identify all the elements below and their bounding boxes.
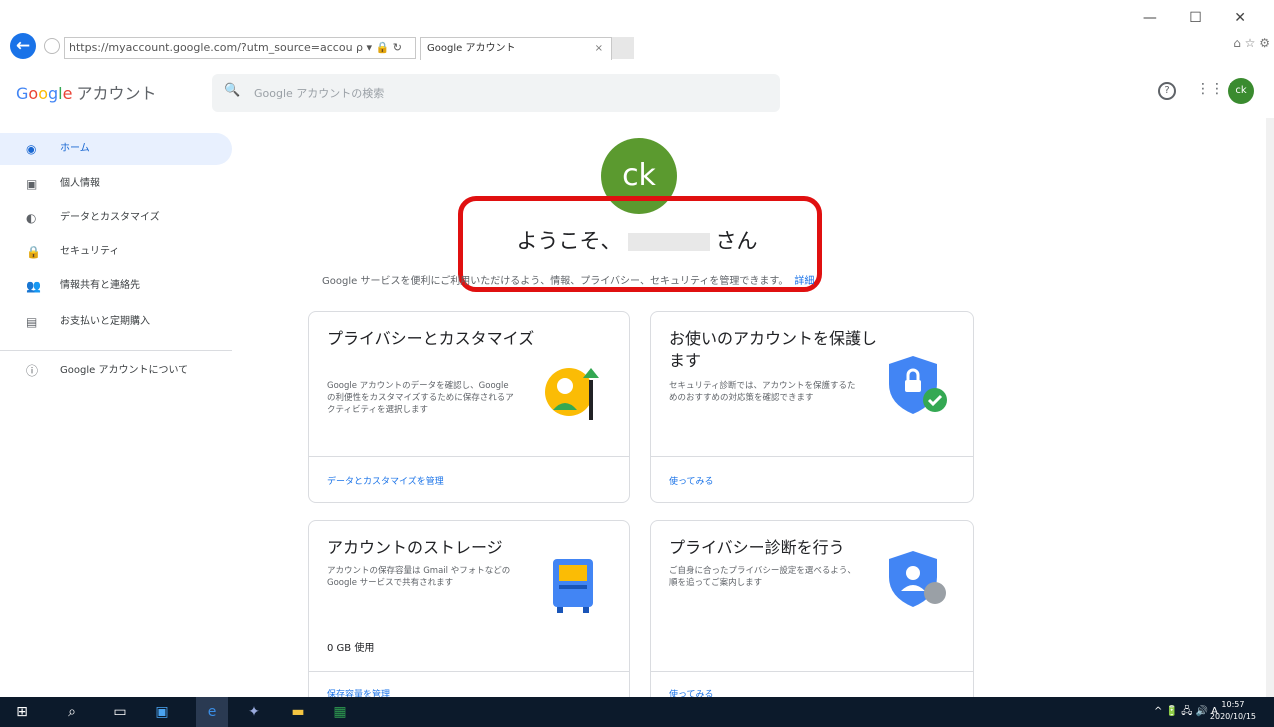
sidebar-item-personal-info[interactable]: ▣ 個人情報: [0, 168, 232, 200]
browser-tab[interactable]: Google アカウント ×: [420, 37, 612, 60]
sidebar-item-security[interactable]: 🔒 セキュリティ: [0, 236, 232, 268]
card-account-storage: アカウントのストレージ アカウントの保存容量は Gmail やフォトなどの Go…: [308, 520, 630, 712]
browser-chrome: [0, 0, 1274, 72]
sidebar-item-data-personalization[interactable]: ◐ データとカスタマイズ: [0, 202, 232, 234]
search-bar[interactable]: 🔍 Google アカウントの検索: [212, 74, 780, 112]
windows-start-icon[interactable]: ⊞: [10, 697, 34, 727]
help-icon[interactable]: ?: [1158, 82, 1176, 100]
clock[interactable]: 10:57 2020/10/15: [1210, 699, 1256, 723]
file-explorer-icon[interactable]: ▬: [286, 697, 310, 727]
card-privacy-personalization: プライバシーとカスタマイズ Google アカウントのデータを確認し、Googl…: [308, 311, 630, 503]
storage-illustration-icon: [549, 555, 599, 619]
card-title: アカウントのストレージ: [327, 538, 503, 557]
excel-icon[interactable]: ▦: [328, 697, 352, 727]
sidebar-divider: [0, 350, 232, 351]
tab-title: Google アカウント: [427, 43, 516, 54]
home-icon: ◉: [26, 142, 37, 156]
card-icon: ▤: [26, 315, 38, 329]
sidebar-item-payments[interactable]: ▤ お支払いと定期購入: [0, 306, 232, 338]
google-account-logo[interactable]: Google アカウント: [16, 80, 156, 104]
card-title: プライバシーとカスタマイズ: [327, 329, 535, 348]
sidebar-item-about[interactable]: ⓘ Google アカウントについて: [0, 355, 232, 387]
card-description: ご自身に合ったプライバシー設定を選べるよう、順を追ってご案内します: [669, 566, 856, 588]
card-description: Google アカウントのデータを確認し、Google の利便性をカスタマイズす…: [327, 381, 514, 415]
storage-usage: 0 GB 使用: [327, 643, 375, 654]
favorites-icons[interactable]: ⌂ ☆ ⚙: [1233, 36, 1270, 50]
address-url: https://myaccount.google.com/?utm_source…: [69, 41, 353, 54]
try-security-checkup-link[interactable]: 使ってみる: [669, 474, 714, 487]
forward-button[interactable]: [44, 38, 60, 54]
card-protect-account: お使いのアカウントを保護します セキュリティ診断では、アカウントを保護するための…: [650, 311, 974, 503]
info-icon: ⓘ: [26, 364, 39, 378]
address-controls: ρ ▾ 🔒 ↻: [356, 41, 402, 54]
internet-explorer-icon[interactable]: e: [196, 697, 228, 727]
lock-icon: 🔒: [26, 245, 41, 259]
search-icon[interactable]: ⌕: [60, 697, 84, 727]
privacy-illustration-icon: [543, 360, 603, 430]
app-icon[interactable]: ✦: [242, 697, 266, 727]
privacy-checkup-shield-icon: [887, 547, 951, 615]
card-title: プライバシー診断を行う: [669, 538, 845, 557]
page-scrollbar[interactable]: [1266, 118, 1274, 697]
taskbar: ⊞ ⌕ ▭ ▣ e ✦ ▬ ▦ ^ 🔋 🖧 🔊 A 10:57 2020/10/…: [0, 697, 1274, 727]
welcome-subtitle: Google サービスを便利にご利用いただけるよう、情報、プライバシー、セキュリ…: [322, 276, 815, 287]
sidebar-item-people-sharing[interactable]: 👥 情報共有と連絡先: [0, 270, 232, 302]
new-tab-button[interactable]: [612, 37, 634, 59]
card-description: セキュリティ診断では、アカウントを保護するためのおすすめの対応策を確認できます: [669, 381, 856, 403]
outlook-icon[interactable]: ▣: [150, 697, 174, 727]
task-view-icon[interactable]: ▭: [108, 697, 132, 727]
search-icon: 🔍: [224, 83, 241, 98]
address-bar[interactable]: https://myaccount.google.com/?utm_source…: [64, 37, 416, 59]
people-icon: 👥: [26, 279, 41, 293]
back-button[interactable]: ←: [10, 33, 36, 59]
window-controls[interactable]: — ☐ ✕: [1143, 10, 1260, 26]
system-tray[interactable]: ^ 🔋 🖧 🔊 A: [1154, 697, 1218, 727]
card-title: お使いのアカウントを保護します: [669, 329, 878, 370]
toggle-icon: ◐: [26, 211, 37, 225]
card-privacy-checkup: プライバシー診断を行う ご自身に合ったプライバシー設定を選べるよう、順を追ってご…: [650, 520, 974, 712]
details-link[interactable]: 詳細: [794, 276, 814, 287]
header-avatar[interactable]: ck: [1228, 78, 1254, 104]
search-placeholder: Google アカウントの検索: [254, 87, 385, 100]
id-card-icon: ▣: [26, 177, 38, 191]
manage-data-link[interactable]: データとカスタマイズを管理: [327, 474, 444, 487]
sidebar-item-home[interactable]: ◉ ホーム: [0, 133, 232, 165]
tab-close-icon[interactable]: ×: [595, 38, 603, 60]
security-shield-icon: [887, 352, 951, 422]
card-description: アカウントの保存容量は Gmail やフォトなどの Google サービスで共有…: [327, 566, 511, 588]
